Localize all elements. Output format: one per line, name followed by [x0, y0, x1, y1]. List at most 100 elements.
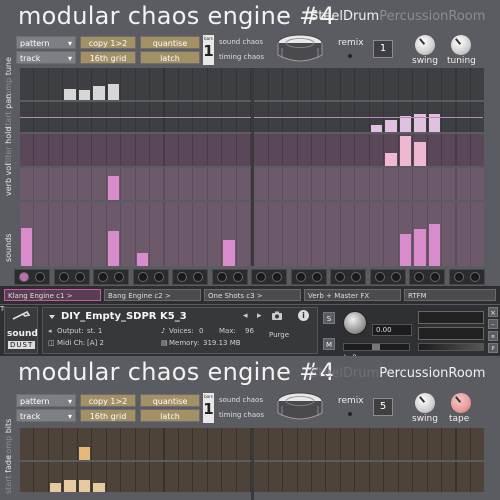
step-cell — [442, 462, 456, 492]
tape-knob[interactable] — [451, 393, 471, 413]
lane-label-pan: start pan — [4, 93, 13, 130]
pattern-dropdown[interactable]: pattern — [16, 36, 76, 50]
step-value-bar — [78, 447, 91, 460]
volume-slider[interactable] — [418, 343, 484, 351]
wrench-icon[interactable] — [11, 311, 31, 321]
step-led — [295, 272, 306, 282]
step-led — [74, 272, 85, 282]
step-cell — [268, 462, 283, 492]
quantise-button-2[interactable]: quantise — [140, 394, 200, 407]
step-cell — [456, 68, 470, 100]
step-cell — [384, 428, 398, 460]
drum-icon[interactable] — [276, 33, 324, 65]
step-cell — [236, 68, 251, 100]
step-cell — [77, 168, 92, 200]
tune-value[interactable]: 0.00 — [372, 324, 412, 336]
remix-value[interactable]: 1 — [373, 40, 393, 58]
tab-bang-engine[interactable]: Bang Engine c2 > — [104, 289, 201, 301]
step-cell — [326, 462, 340, 492]
pattern-dropdown-2[interactable]: pattern — [16, 394, 76, 408]
track-dropdown-2[interactable]: track — [16, 409, 76, 423]
purge-dropdown[interactable]: Purge — [269, 331, 289, 339]
tab-verb-master-fx[interactable]: Verb + Master FX — [304, 289, 401, 301]
step-cell — [236, 202, 251, 266]
step-cell — [398, 168, 413, 200]
step-cell — [297, 68, 311, 100]
next-instrument-icon[interactable]: ▸ — [257, 311, 262, 321]
quantise-button[interactable]: quantise — [140, 36, 200, 49]
mute-button[interactable]: M — [323, 338, 335, 350]
pv-icon[interactable]: P — [488, 343, 498, 353]
step-cell — [427, 134, 442, 166]
step-led — [232, 272, 243, 282]
tab-klang-engine[interactable]: Klang Engine c1 > — [4, 289, 101, 301]
remix-value-2[interactable]: 5 — [373, 398, 393, 416]
bars-badge-2[interactable]: bars 1 — [203, 393, 214, 423]
minimize-icon[interactable]: – — [488, 319, 498, 329]
step-led — [430, 272, 440, 282]
aux-icon[interactable]: ≡ — [488, 331, 498, 341]
step-cell — [283, 202, 297, 266]
solo-button[interactable]: S — [323, 312, 335, 324]
tab-one-shots[interactable]: One Shots c3 > — [204, 289, 301, 301]
max-label: Max: — [219, 327, 236, 335]
info-icon[interactable]: i — [298, 310, 309, 321]
instrument-name[interactable]: DIY_Empty_SDPR K5_3 — [61, 311, 187, 322]
step-cell — [326, 134, 340, 166]
latch-button-2[interactable]: latch — [140, 409, 200, 422]
bars-badge[interactable]: bars 1 — [203, 35, 214, 65]
camera-icon[interactable] — [271, 311, 283, 321]
step-led — [153, 272, 164, 282]
step-cell — [92, 428, 106, 460]
memory-value: 319.13 MB — [203, 339, 241, 347]
tune-knob[interactable] — [343, 311, 367, 335]
swing-knob-2[interactable] — [415, 393, 435, 413]
close-icon[interactable]: × — [488, 307, 498, 317]
grid-button[interactable]: 16th grid — [80, 51, 136, 64]
sequencer-grid-2[interactable] — [20, 428, 485, 500]
step-cell — [312, 168, 326, 200]
max-value[interactable]: 96 — [245, 327, 254, 335]
output-value[interactable]: st. 1 — [87, 327, 102, 335]
step-led — [311, 272, 322, 282]
step-cell — [222, 168, 236, 200]
step-cell — [193, 168, 207, 200]
step-value-bar — [223, 240, 235, 266]
sequencer-grid-1[interactable] — [20, 68, 485, 266]
pan-slider[interactable]: L R — [343, 343, 410, 361]
brand-bold: SteelDrum — [310, 9, 380, 24]
step-led — [469, 272, 480, 282]
step-cell — [121, 462, 135, 492]
prev-instrument-icon[interactable]: ◂ — [243, 311, 248, 321]
step-cell — [442, 68, 456, 100]
copy-button-2[interactable]: copy 1>2 — [80, 394, 136, 407]
step-cell — [34, 202, 48, 266]
swing-knob[interactable] — [415, 35, 435, 55]
step-cell — [369, 462, 384, 492]
step-led — [177, 272, 187, 282]
step-cell — [355, 134, 369, 166]
drum-icon-2[interactable] — [276, 391, 324, 423]
step-cell — [63, 428, 77, 460]
instrument-header: sound DUST DIY_Empty_SDPR K5_3 ◂ ▸ i ◂ O… — [0, 305, 500, 361]
step-cell — [236, 428, 251, 460]
midi-value[interactable]: [A] 2 — [87, 339, 104, 347]
tuning-knob[interactable] — [451, 35, 471, 55]
step-cell — [254, 168, 268, 200]
grid-button-2[interactable]: 16th grid — [80, 409, 136, 422]
tab-rtfm[interactable]: RTFM — [404, 289, 496, 301]
step-led — [272, 272, 282, 282]
copy-button[interactable]: copy 1>2 — [80, 36, 136, 49]
step-cell — [340, 134, 355, 166]
step-cell — [121, 134, 135, 166]
step-cell — [106, 134, 121, 166]
step-cell — [150, 134, 164, 166]
step-cell — [254, 202, 268, 266]
collapse-icon[interactable] — [48, 313, 56, 321]
step-cell — [312, 202, 326, 266]
latch-button[interactable]: latch — [140, 51, 200, 64]
step-cell — [92, 134, 106, 166]
step-led — [137, 272, 148, 282]
track-dropdown[interactable]: track — [16, 51, 76, 65]
step-cell — [48, 168, 63, 200]
